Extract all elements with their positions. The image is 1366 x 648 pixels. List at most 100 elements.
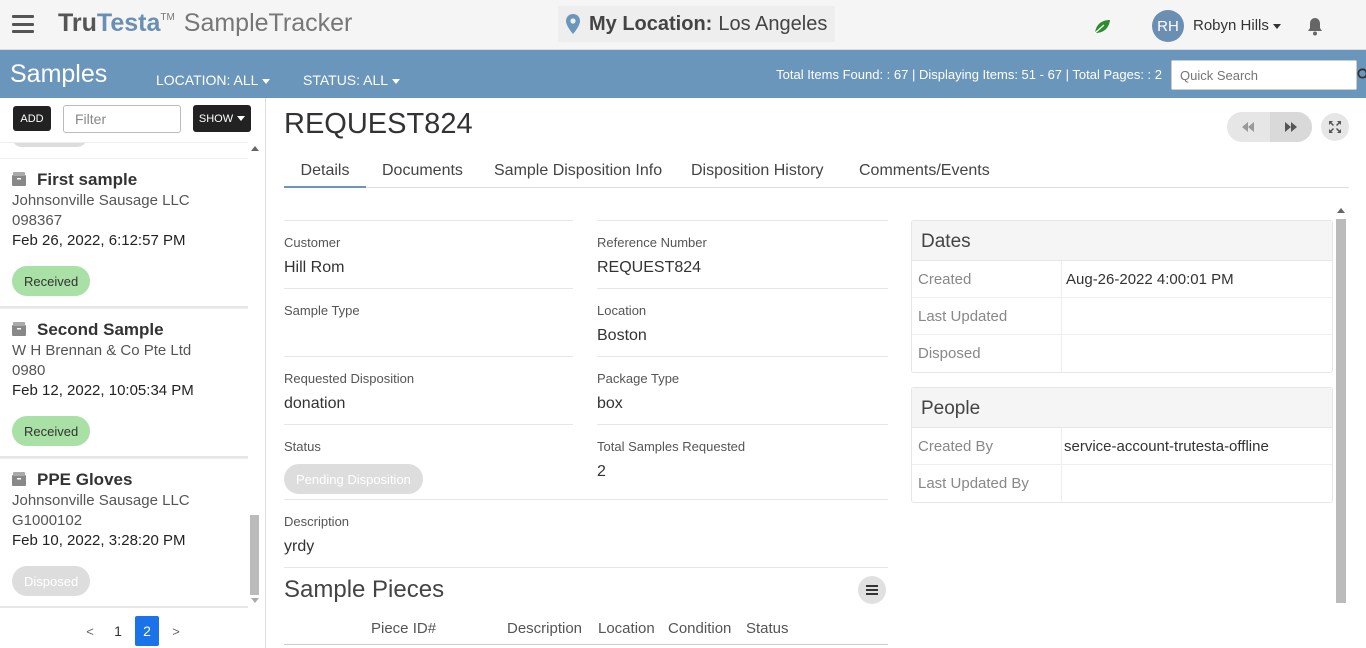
customer-field: Customer Hill Rom <box>284 220 573 288</box>
field-label: Reference Number <box>597 235 707 250</box>
add-button[interactable]: ADD <box>13 106 51 131</box>
column-header-condition[interactable]: Condition <box>668 620 731 637</box>
field-label: Location <box>597 303 647 318</box>
detail-scrollbar[interactable] <box>1335 206 1347 648</box>
list-item[interactable]: PPE Gloves Johnsonville Sausage LLC G100… <box>0 458 248 608</box>
bell-icon[interactable] <box>1306 16 1324 36</box>
sample-list-scrollbar[interactable] <box>249 142 261 608</box>
description-field: Description yrdy <box>284 499 888 567</box>
divider <box>1061 261 1062 297</box>
tab-disposition-history[interactable]: Disposition History <box>691 162 823 180</box>
sample-date: Feb 10, 2022, 3:28:20 PM <box>12 532 186 549</box>
location-city: Los Angeles <box>718 12 828 35</box>
requested-disposition-field: Requested Disposition donation <box>284 356 573 424</box>
top-bar: TruTestaTM SampleTracker My Location: Lo… <box>0 0 1366 50</box>
leaf-icon[interactable] <box>1092 16 1112 36</box>
sample-list-tools: ADD Filter SHOW <box>0 98 266 142</box>
logo-testa: Testa <box>96 9 161 37</box>
page-title: Samples <box>10 60 108 88</box>
field-value: 2 <box>597 463 606 480</box>
total-samples-field: Total Samples Requested 2 <box>597 424 888 499</box>
sample-number: G1000102 <box>12 512 83 529</box>
field-label: Package Type <box>597 371 680 386</box>
user-menu[interactable]: Robyn Hills <box>1193 17 1281 34</box>
field-label: Description <box>284 514 350 529</box>
field-label: Created <box>918 271 972 288</box>
status-badge: Received <box>12 266 91 296</box>
menu-icon <box>866 585 878 595</box>
quick-search-input[interactable] <box>1172 61 1356 89</box>
sample-number: 0980 <box>12 362 46 379</box>
column-header-description[interactable]: Description <box>507 620 582 637</box>
location-filter-dropdown[interactable]: LOCATION: ALL <box>156 72 271 88</box>
list-item[interactable]: First sample Johnsonville Sausage LLC 09… <box>0 158 248 308</box>
tab-sample-disposition-info[interactable]: Sample Disposition Info <box>494 162 662 180</box>
field-value: Aug-26-2022 4:00:01 PM <box>1066 271 1234 288</box>
divider <box>1061 335 1062 372</box>
sample-pieces-menu-button[interactable] <box>858 576 886 604</box>
scroll-down-icon[interactable] <box>251 598 259 603</box>
show-label: SHOW <box>198 112 234 125</box>
filter-input[interactable]: Filter <box>63 105 181 133</box>
tab-details[interactable]: Details <box>284 162 366 188</box>
box-icon <box>12 472 26 486</box>
user-name: Robyn Hills <box>1193 17 1269 34</box>
scrollbar-thumb[interactable] <box>1336 219 1346 603</box>
field-label: Status <box>284 439 321 454</box>
scroll-up-icon[interactable] <box>1337 208 1345 213</box>
app-logo[interactable]: TruTestaTM SampleTracker <box>58 9 352 38</box>
fast-forward-icon <box>1284 122 1297 132</box>
status-filter-label: STATUS: ALL <box>303 72 389 88</box>
divider <box>1061 428 1062 464</box>
location-label: My Location: <box>589 12 713 35</box>
page-2-button[interactable]: 2 <box>135 616 159 646</box>
status-badge: Disposed <box>12 566 91 596</box>
last-updated-row: Last Updated <box>912 298 1332 335</box>
logo-tru: Tru <box>58 9 97 37</box>
item-count-summary: Total Items Found: : 67 | Displaying Ite… <box>776 67 1162 82</box>
location-selector[interactable]: My Location: Los Angeles <box>558 6 836 42</box>
page-1-button[interactable]: 1 <box>107 616 129 646</box>
box-icon <box>12 322 26 336</box>
caret-down-icon <box>262 78 271 84</box>
hamburger-menu-icon[interactable] <box>12 15 34 33</box>
status-badge <box>12 143 87 147</box>
next-page-button[interactable]: > <box>165 616 187 646</box>
status-field: Status Pending Disposition <box>284 424 573 499</box>
tab-documents[interactable]: Documents <box>382 162 463 180</box>
sample-date: Feb 12, 2022, 10:05:34 PM <box>12 382 194 399</box>
status-filter-dropdown[interactable]: STATUS: ALL <box>303 72 401 88</box>
prev-page-button[interactable]: < <box>79 616 101 646</box>
sample-number: 098367 <box>12 212 63 229</box>
next-record-button[interactable] <box>1269 112 1312 142</box>
list-item[interactable]: Second Sample W H Brennan & Co Pte Ltd 0… <box>0 308 248 458</box>
column-header-location[interactable]: Location <box>598 620 655 637</box>
previous-record-button[interactable] <box>1227 112 1270 142</box>
scrollbar-thumb[interactable] <box>250 515 259 595</box>
sample-list: First sample Johnsonville Sausage LLC 09… <box>0 142 248 608</box>
field-label: Disposed <box>918 345 981 362</box>
expand-icon <box>1329 121 1341 133</box>
samples-toolbar: Samples LOCATION: ALL STATUS: ALL Total … <box>0 50 1366 98</box>
column-header-status[interactable]: Status <box>746 620 789 637</box>
field-label: Last Updated <box>918 308 1008 325</box>
field-value: REQUEST824 <box>597 259 702 276</box>
created-by-row: Created By service-account-trutesta-offl… <box>912 428 1332 465</box>
show-button[interactable]: SHOW <box>193 105 251 132</box>
sample-date: Feb 26, 2022, 6:12:57 PM <box>12 232 186 249</box>
sample-name: PPE Gloves <box>37 470 133 489</box>
tab-comments-events[interactable]: Comments/Events <box>859 162 990 180</box>
scroll-up-icon[interactable] <box>251 146 259 151</box>
field-value: Hill Rom <box>284 259 345 276</box>
last-updated-by-row: Last Updated By <box>912 465 1332 502</box>
logo-trademark: TM <box>160 12 175 23</box>
field-value: Boston <box>597 327 647 344</box>
search-button[interactable] <box>1356 61 1366 89</box>
search-icon <box>1357 68 1366 79</box>
created-row: Created Aug-26-2022 4:00:01 PM <box>912 261 1332 298</box>
sample-list-panel: ADD Filter SHOW First sample Johnsonvill… <box>0 98 266 648</box>
column-header-piece-id[interactable]: Piece ID# <box>371 620 436 637</box>
expand-button[interactable] <box>1321 113 1349 141</box>
sample-customer: W H Brennan & Co Pte Ltd <box>12 342 192 359</box>
avatar[interactable]: RH <box>1152 10 1184 42</box>
